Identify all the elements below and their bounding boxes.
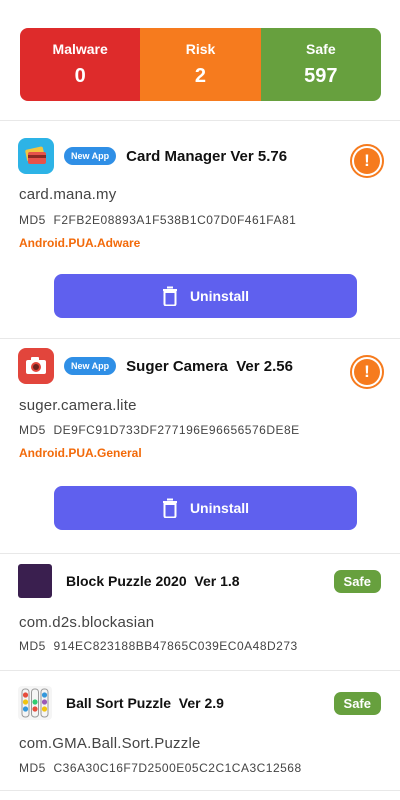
md5-hash: MD5 914EC823188BB47865C039EC0A48D273 <box>19 639 298 653</box>
uninstall-button[interactable]: Uninstall <box>54 486 357 530</box>
package-name: card.mana.my <box>19 186 117 203</box>
scan-summary-bar: Malware 0 Risk 2 Safe 597 <box>20 28 381 101</box>
uninstall-label: Uninstall <box>189 288 250 304</box>
md5-hash: MD5 DE9FC91D733DF277196E96656576DE8E <box>19 423 300 437</box>
malware-count: 0 <box>74 65 86 87</box>
malware-summary[interactable]: Malware 0 <box>20 28 141 101</box>
divider <box>0 553 400 554</box>
app-header: New App Card Manager Ver 5.76 <box>18 138 287 174</box>
new-app-badge: New App <box>64 357 117 375</box>
md5-hash: MD5 F2FB2E08893A1F538B1C07D0F461FA81 <box>19 213 297 227</box>
camera-icon <box>18 348 54 384</box>
safe-count: 597 <box>304 65 338 87</box>
divider <box>0 338 400 339</box>
divider <box>0 670 400 671</box>
safe-label: Safe <box>306 41 336 57</box>
block-puzzle-icon <box>18 564 52 598</box>
app-title: Block Puzzle 2020 Ver 1.8 <box>66 573 240 589</box>
new-app-badge: New App <box>64 147 117 165</box>
trash-icon <box>162 498 178 518</box>
app-header: Ball Sort Puzzle Ver 2.9 <box>18 686 224 720</box>
card-manager-icon <box>18 138 54 174</box>
risk-warning-icon[interactable]: ! <box>350 355 384 389</box>
divider <box>0 120 400 121</box>
safe-summary[interactable]: Safe 597 <box>260 28 381 101</box>
divider <box>0 790 400 791</box>
package-name: com.d2s.blockasian <box>19 614 155 631</box>
app-header: Block Puzzle 2020 Ver 1.8 <box>18 564 240 598</box>
package-name: suger.camera.lite <box>19 397 137 414</box>
app-header: New App Suger Camera Ver 2.56 <box>18 348 293 384</box>
app-title: Suger Camera Ver 2.56 <box>126 357 293 375</box>
threat-name: Android.PUA.General <box>19 446 142 460</box>
malware-label: Malware <box>52 41 108 57</box>
risk-summary[interactable]: Risk 2 <box>140 28 261 101</box>
risk-label: Risk <box>185 41 216 57</box>
md5-hash: MD5 C36A30C16F7D2500E05C2C1CA3C12568 <box>19 761 302 775</box>
app-title: Ball Sort Puzzle Ver 2.9 <box>66 695 224 711</box>
trash-icon <box>162 286 178 306</box>
risk-warning-icon[interactable]: ! <box>350 144 384 178</box>
safe-status-badge: Safe <box>333 570 381 593</box>
app-title: Card Manager Ver 5.76 <box>126 147 288 165</box>
threat-name: Android.PUA.Adware <box>19 236 141 250</box>
uninstall-button[interactable]: Uninstall <box>54 274 357 318</box>
package-name: com.GMA.Ball.Sort.Puzzle <box>19 735 201 752</box>
safe-status-badge: Safe <box>333 692 381 715</box>
ball-sort-icon <box>18 686 52 720</box>
risk-count: 2 <box>194 65 207 87</box>
uninstall-label: Uninstall <box>189 500 250 516</box>
